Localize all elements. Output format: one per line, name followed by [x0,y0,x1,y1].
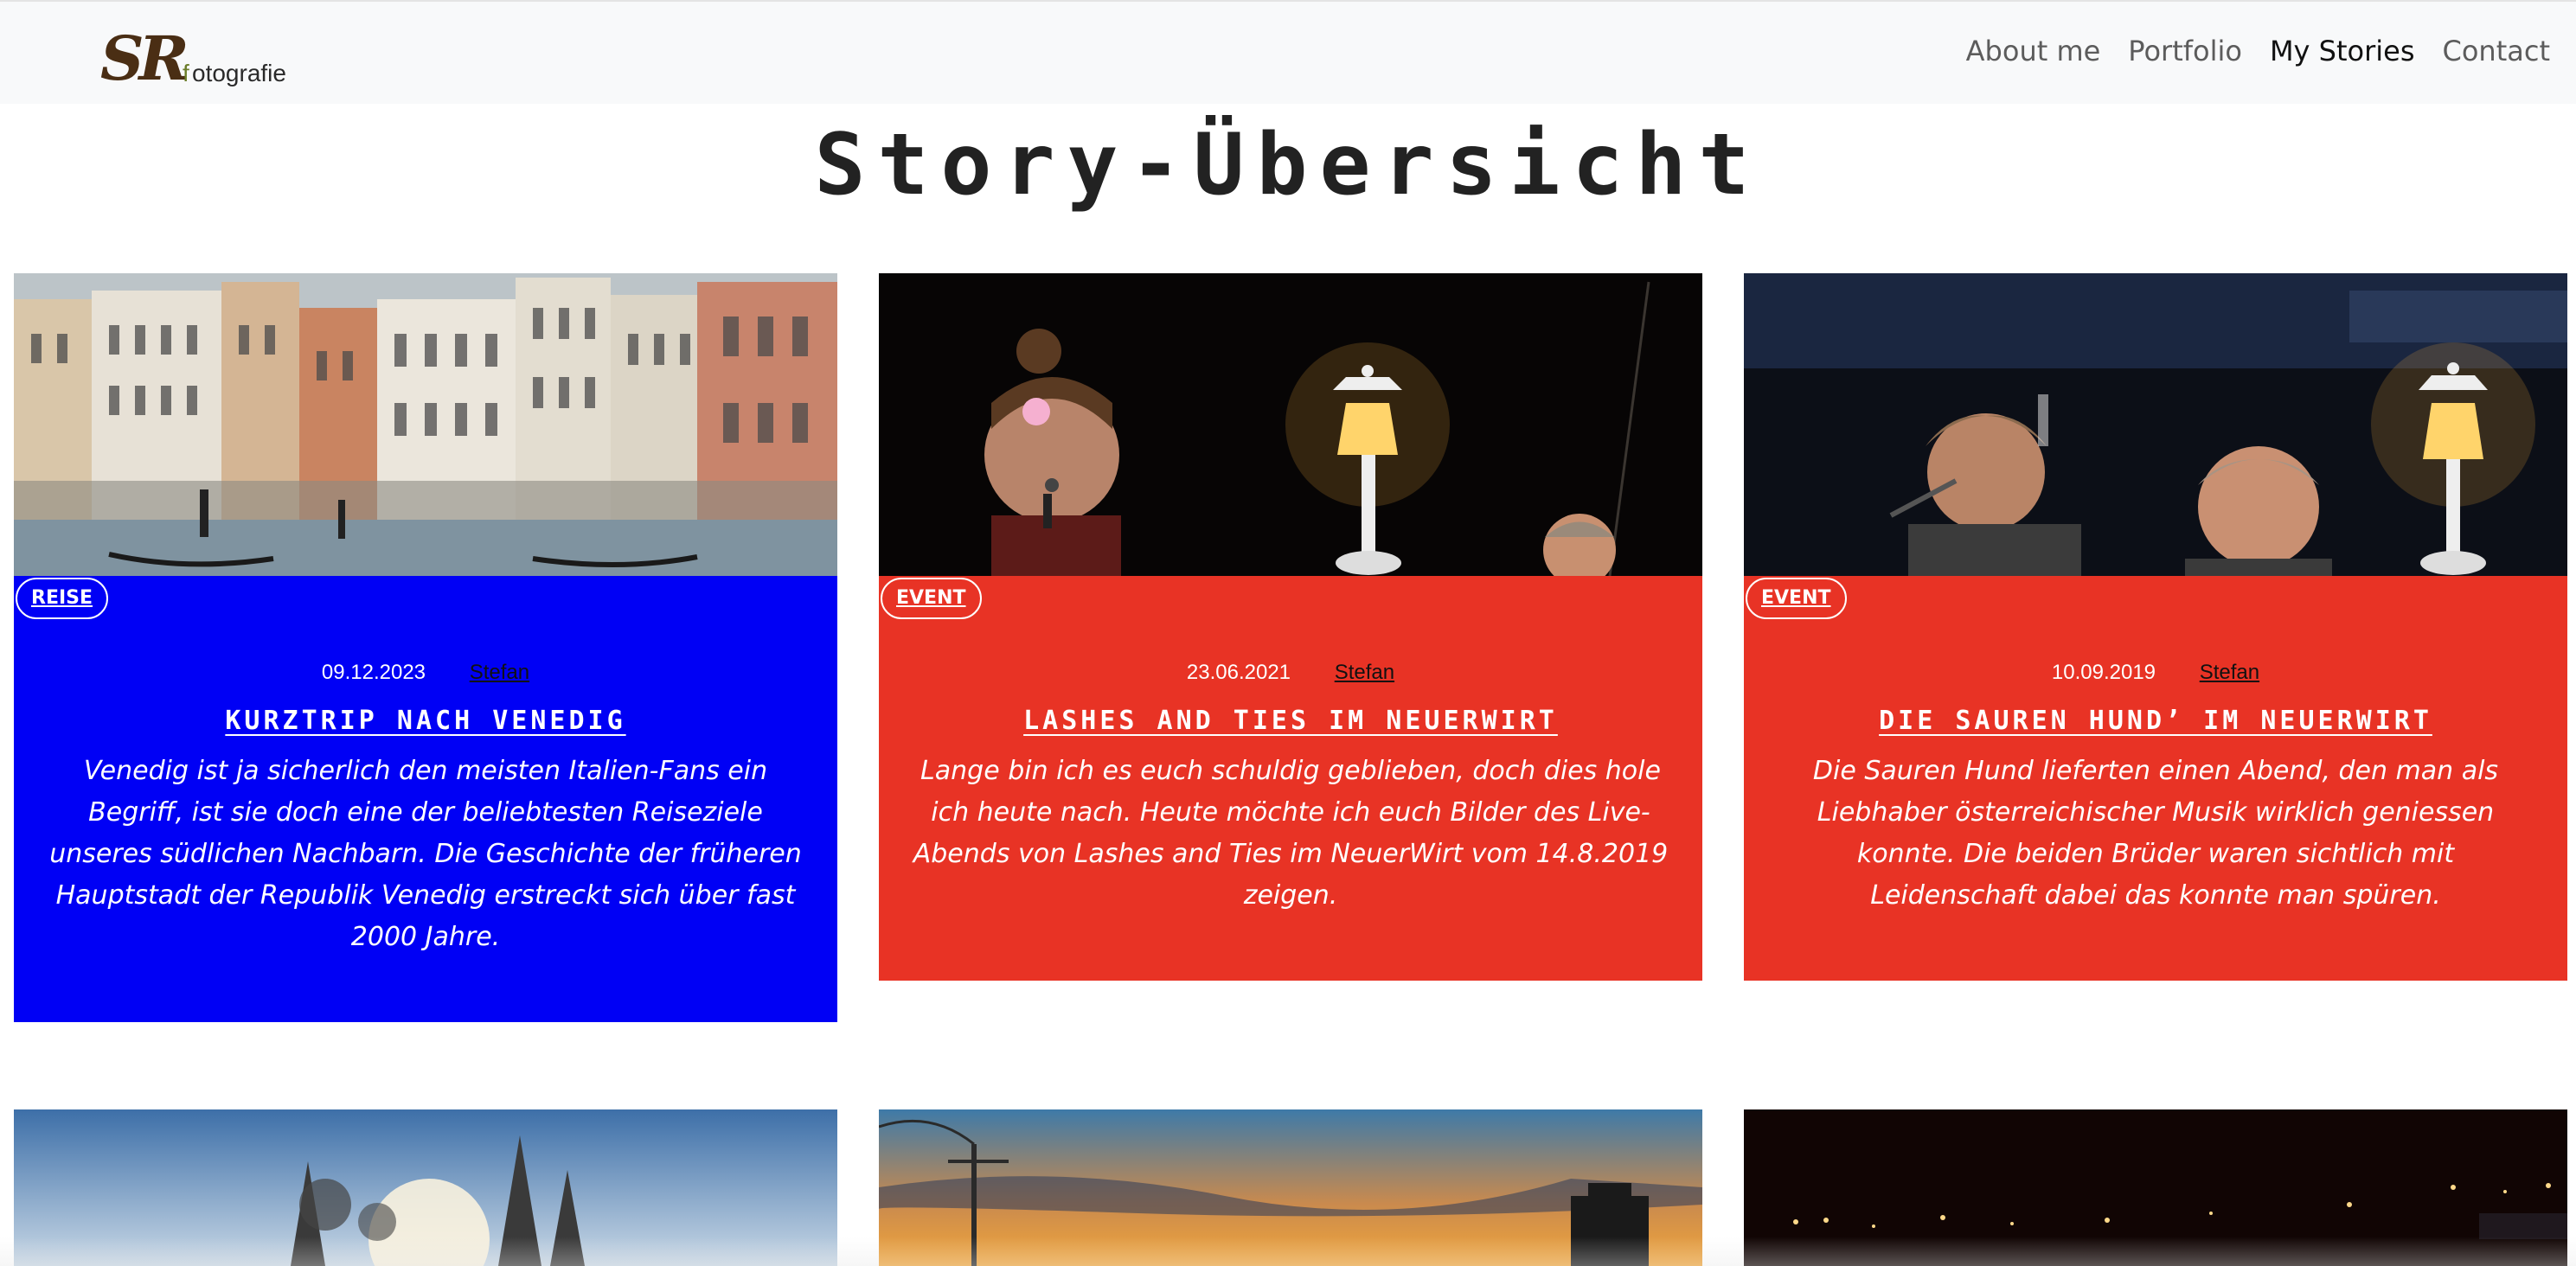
story-title-link[interactable]: Die Sauren Hund’ im NeuerWirt [1744,706,2567,736]
story-author-link[interactable]: Stefan [470,661,529,684]
main-nav: About me Portfolio My Stories Contact [1966,35,2550,67]
story-date: 23.06.2021 [1186,661,1291,684]
story-body-venedig: REISE 09.12.2023 Stefan Kurztrip nach Ve… [14,576,837,1022]
story-card-venedig[interactable]: REISE 09.12.2023 Stefan Kurztrip nach Ve… [14,273,837,1022]
story-card-lashes-and-ties[interactable]: EVENT 23.06.2021 Stefan Lashes and Ties … [879,273,1702,981]
nav-portfolio[interactable]: Portfolio [2128,35,2242,67]
category-badge[interactable]: REISE [16,578,109,619]
story-date: 10.09.2019 [2051,661,2156,684]
story-excerpt: Die Sauren Hund lieferten einen Abend, d… [1812,756,2499,911]
story-date: 09.12.2023 [321,661,426,684]
scroll-shadow [0,1237,2576,1266]
story-author-link[interactable]: Stefan [2200,661,2259,684]
category-badge[interactable]: EVENT [1746,578,1847,619]
story-excerpt: Lange bin ich es euch schuldig geblieben… [913,756,1669,911]
svg-text:otografie: otografie [192,60,286,86]
svg-text:f: f [183,60,189,86]
nav-contact[interactable]: Contact [2443,35,2551,67]
navbar: SR otografie f About me Portfolio My Sto… [0,0,2576,104]
story-body-lashes-and-ties: EVENT 23.06.2021 Stefan Lashes and Ties … [879,576,1702,981]
category-badge[interactable]: EVENT [881,578,982,619]
story-excerpt: Venedig ist ja sicherlich den meisten It… [49,756,802,952]
nav-about-me[interactable]: About me [1966,35,2101,67]
sr-fotografie-logo[interactable]: SR otografie f [100,28,325,88]
story-image-venedig[interactable] [14,273,837,576]
story-author-link[interactable]: Stefan [1335,661,1394,684]
nav-my-stories[interactable]: My Stories [2270,35,2415,67]
story-title-link[interactable]: Kurztrip nach Venedig [14,706,837,736]
story-meta: 09.12.2023 Stefan [14,661,837,685]
story-meta: 10.09.2019 Stefan [1744,661,2567,685]
story-image-sauren-hund[interactable] [1744,273,2567,576]
story-card-sauren-hund[interactable]: EVENT 10.09.2019 Stefan Die Sauren Hund’… [1744,273,2567,981]
story-image-lashes-and-ties[interactable] [879,273,1702,576]
story-title-link[interactable]: Lashes and Ties im NeuerWirt [879,706,1702,736]
page-title: Story-Übersicht [814,116,1762,214]
story-meta: 23.06.2021 Stefan [879,661,1702,685]
svg-text:SR: SR [100,28,187,88]
story-body-sauren-hund: EVENT 10.09.2019 Stefan Die Sauren Hund’… [1744,576,2567,981]
